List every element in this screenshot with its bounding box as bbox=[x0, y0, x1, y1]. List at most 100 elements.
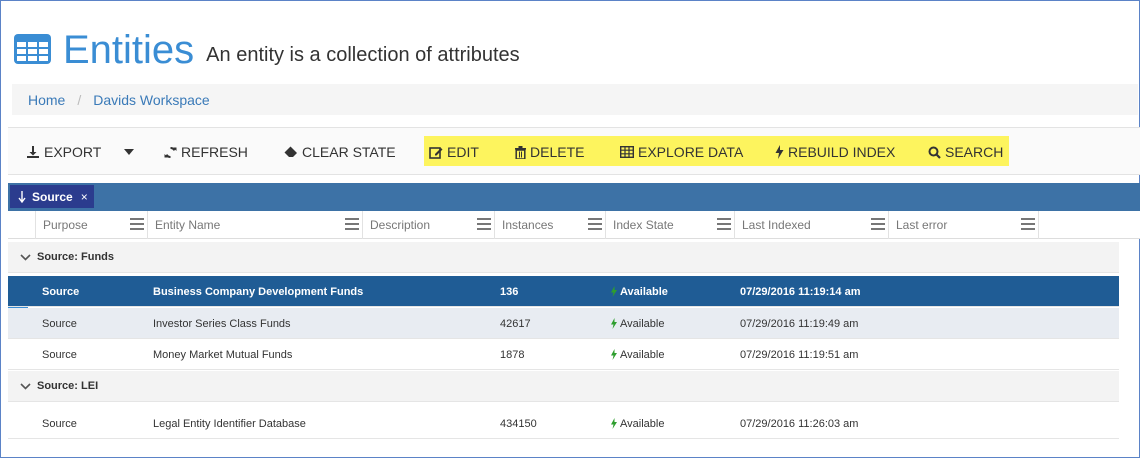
table-row[interactable]: Source Investor Series Class Funds 42617… bbox=[8, 308, 1119, 339]
cell-last-indexed: 07/29/2016 11:19:49 am bbox=[740, 317, 859, 330]
toolbar: EXPORT REFRESH CLEAR STATE EDIT DELETE E… bbox=[8, 127, 1140, 175]
cell-purpose: Source bbox=[42, 417, 77, 430]
column-menu-icon[interactable] bbox=[477, 218, 491, 230]
cell-instances: 136 bbox=[500, 285, 519, 298]
cell-instances: 1878 bbox=[500, 348, 525, 361]
column-header-index-state[interactable]: Index State bbox=[606, 211, 735, 239]
group-row-lei[interactable]: Source: LEI bbox=[8, 371, 1119, 402]
index-state-label: Available bbox=[620, 348, 665, 361]
export-button[interactable]: EXPORT bbox=[26, 142, 101, 162]
column-header-label: Purpose bbox=[43, 218, 88, 232]
column-menu-icon[interactable] bbox=[130, 218, 144, 230]
edit-button[interactable]: EDIT bbox=[429, 142, 479, 162]
delete-button[interactable]: DELETE bbox=[515, 142, 584, 162]
breadcrumb-home[interactable]: Home bbox=[28, 92, 65, 108]
page-title: Entities bbox=[63, 28, 195, 72]
delete-label: DELETE bbox=[530, 144, 585, 160]
explore-data-label: EXPLORE DATA bbox=[638, 144, 744, 160]
table-icon bbox=[14, 34, 51, 64]
column-header-label: Instances bbox=[502, 218, 554, 232]
lightning-icon bbox=[611, 418, 617, 429]
breadcrumb-separator: / bbox=[77, 91, 82, 108]
cell-purpose: Source bbox=[42, 285, 80, 298]
breadcrumb-workspace[interactable]: Davids Workspace bbox=[93, 92, 209, 108]
export-dropdown-button[interactable] bbox=[123, 142, 139, 162]
chevron-down-icon[interactable] bbox=[20, 253, 31, 261]
clear-state-label: CLEAR STATE bbox=[302, 144, 396, 160]
cell-purpose: Source bbox=[42, 317, 77, 330]
cell-last-indexed: 07/29/2016 11:19:51 am bbox=[740, 348, 859, 361]
index-state-label: Available bbox=[620, 317, 665, 330]
index-state-label: Available bbox=[620, 285, 668, 298]
cell-last-indexed: 07/29/2016 11:26:03 am bbox=[740, 417, 859, 430]
table-row[interactable]: Source Money Market Mutual Funds 1878 Av… bbox=[8, 339, 1119, 370]
column-header-last-error[interactable]: Last error bbox=[889, 211, 1039, 239]
group-label: Source: LEI bbox=[37, 380, 99, 392]
explore-data-button[interactable]: EXPLORE DATA bbox=[620, 142, 743, 162]
search-label: SEARCH bbox=[945, 144, 1004, 160]
trash-icon bbox=[515, 145, 526, 159]
refresh-label: REFRESH bbox=[181, 144, 248, 160]
group-by-bar: Source × bbox=[8, 183, 1140, 211]
column-header-label: Entity Name bbox=[155, 218, 221, 232]
refresh-icon bbox=[164, 146, 177, 158]
column-header-instances[interactable]: Instances bbox=[495, 211, 606, 239]
cell-last-indexed: 07/29/2016 11:19:14 am bbox=[740, 285, 861, 298]
cell-index-state: Available bbox=[611, 308, 664, 339]
cell-instances: 434150 bbox=[500, 417, 537, 430]
column-header-last-indexed[interactable]: Last Indexed bbox=[735, 211, 889, 239]
lightning-icon bbox=[611, 286, 617, 297]
search-button[interactable]: SEARCH bbox=[928, 142, 1003, 162]
eraser-icon bbox=[284, 146, 297, 157]
column-menu-icon[interactable] bbox=[345, 218, 359, 230]
rebuild-index-button[interactable]: REBUILD INDEX bbox=[775, 142, 895, 162]
page-header: Entities An entity is a collection of at… bbox=[14, 22, 520, 72]
column-header-label: Index State bbox=[613, 218, 674, 232]
rebuild-index-label: REBUILD INDEX bbox=[788, 144, 896, 160]
chevron-down-icon[interactable] bbox=[20, 382, 31, 390]
column-header-spacer bbox=[8, 211, 36, 239]
sort-down-arrow-icon bbox=[18, 190, 26, 203]
column-header-entity-name[interactable]: Entity Name bbox=[148, 211, 363, 239]
cell-entity-name: Investor Series Class Funds bbox=[153, 317, 291, 330]
breadcrumb: Home / Davids Workspace bbox=[12, 84, 1138, 115]
column-header-label: Last Indexed bbox=[742, 218, 811, 232]
export-label: EXPORT bbox=[44, 144, 102, 160]
lightning-icon bbox=[611, 349, 617, 360]
page-subtitle: An entity is a collection of attributes bbox=[206, 44, 520, 66]
column-header-description[interactable]: Description bbox=[363, 211, 495, 239]
cell-index-state: Available bbox=[611, 276, 668, 307]
grid-header: Purpose Entity Name Description Instance… bbox=[8, 211, 1140, 239]
group-chip-source[interactable]: Source × bbox=[10, 185, 94, 208]
column-menu-icon[interactable] bbox=[1021, 218, 1035, 230]
close-icon[interactable]: × bbox=[81, 190, 88, 204]
cell-purpose: Source bbox=[42, 348, 77, 361]
table-icon bbox=[620, 146, 634, 158]
table-row[interactable]: Source Legal Entity Identifier Database … bbox=[8, 408, 1119, 439]
group-row-funds[interactable]: Source: Funds bbox=[8, 242, 1119, 273]
cell-entity-name: Business Company Development Funds bbox=[153, 285, 364, 298]
group-label: Source: Funds bbox=[37, 251, 115, 263]
column-menu-icon[interactable] bbox=[871, 218, 885, 230]
group-chip-label: Source bbox=[32, 189, 73, 204]
cell-entity-name: Legal Entity Identifier Database bbox=[153, 417, 306, 430]
column-menu-icon[interactable] bbox=[588, 218, 602, 230]
search-icon bbox=[928, 146, 941, 159]
lightning-icon bbox=[611, 318, 617, 329]
cell-index-state: Available bbox=[611, 339, 664, 370]
cell-instances: 42617 bbox=[500, 317, 531, 330]
column-header-label: Description bbox=[370, 218, 431, 232]
download-icon bbox=[27, 146, 39, 158]
index-state-label: Available bbox=[620, 417, 665, 430]
lightning-icon bbox=[775, 145, 784, 159]
column-header-purpose[interactable]: Purpose bbox=[36, 211, 148, 239]
cell-entity-name: Money Market Mutual Funds bbox=[153, 348, 293, 361]
caret-down-icon bbox=[124, 149, 134, 155]
table-row[interactable]: Source Business Company Development Fund… bbox=[8, 276, 1119, 307]
clear-state-button[interactable]: CLEAR STATE bbox=[284, 142, 396, 162]
cell-index-state: Available bbox=[611, 408, 664, 439]
refresh-button[interactable]: REFRESH bbox=[164, 142, 248, 162]
edit-label: EDIT bbox=[447, 144, 479, 160]
column-menu-icon[interactable] bbox=[717, 218, 731, 230]
column-header-label: Last error bbox=[896, 218, 948, 232]
